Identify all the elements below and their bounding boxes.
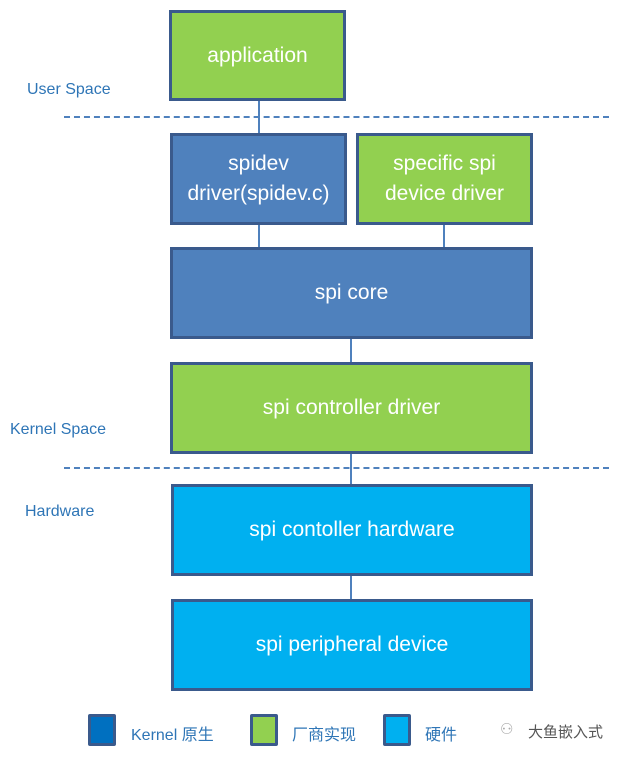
application-box: application xyxy=(169,10,346,101)
zone-label-hardware: Hardware xyxy=(25,503,95,520)
spi-peripheral-device-box: spi peripheral device xyxy=(171,599,533,691)
connector-controller-hw xyxy=(350,453,352,487)
legend-label-kernel-native: Kernel 原生 xyxy=(131,727,214,744)
legend-swatch-hardware xyxy=(383,714,411,746)
legend-swatch-kernel-native xyxy=(88,714,116,746)
zone-label-user-space: User Space xyxy=(27,81,111,98)
connector-app-spidev xyxy=(258,100,260,135)
kernel-hardware-separator xyxy=(64,467,609,469)
spi-controller-driver-box: spi controller driver xyxy=(170,362,533,454)
spi-controller-hardware-box: spi contoller hardware xyxy=(171,484,533,576)
legend-swatch-vendor-impl xyxy=(250,714,278,746)
legend-label-hardware: 硬件 xyxy=(425,727,458,744)
specific-spi-device-driver-box: specific spi device driver xyxy=(356,133,533,225)
spidev-driver-box: spidev driver(spidev.c) xyxy=(170,133,347,225)
connector-core-controller xyxy=(350,338,352,364)
connector-hw-peripheral xyxy=(350,575,352,601)
zone-label-kernel-space: Kernel Space xyxy=(10,421,107,438)
spi-core-box: spi core xyxy=(170,247,533,339)
watermark-text: 大鱼嵌入式 xyxy=(528,724,604,741)
legend-label-vendor-impl: 厂商实现 xyxy=(292,727,357,744)
wechat-icon: ⚇ xyxy=(500,721,514,738)
user-kernel-separator xyxy=(64,116,609,118)
